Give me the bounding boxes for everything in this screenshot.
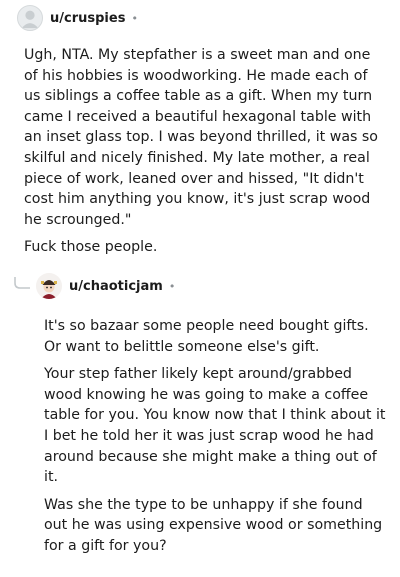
separator-dot: • — [131, 11, 138, 25]
separator-dot: • — [168, 279, 176, 293]
username[interactable]: u/chaoticjam — [69, 279, 163, 294]
comment-paragraph: It's so bazaar some people need bought g… — [44, 318, 369, 355]
comment-paragraph: Was she the type to be unhappy if she fo… — [44, 496, 383, 554]
comment-body: Ugh, NTA. My stepfather is a sweet man a… — [24, 45, 386, 265]
comment-body: It's so bazaar some people need bought g… — [44, 316, 386, 564]
reply-curve-icon — [14, 277, 30, 289]
comment-header: u/cruspies • — [17, 2, 138, 34]
comment-paragraph: Fuck those people. — [24, 239, 158, 256]
comment-header: u/chaoticjam • — [36, 270, 175, 302]
comment-paragraph: Ugh, NTA. My stepfather is a sweet man a… — [24, 47, 378, 228]
default-avatar-icon[interactable] — [17, 5, 43, 31]
comment-paragraph: Your step father likely kept around/grab… — [44, 366, 386, 486]
username[interactable]: u/cruspies — [50, 11, 125, 26]
character-avatar-icon[interactable] — [36, 273, 62, 299]
